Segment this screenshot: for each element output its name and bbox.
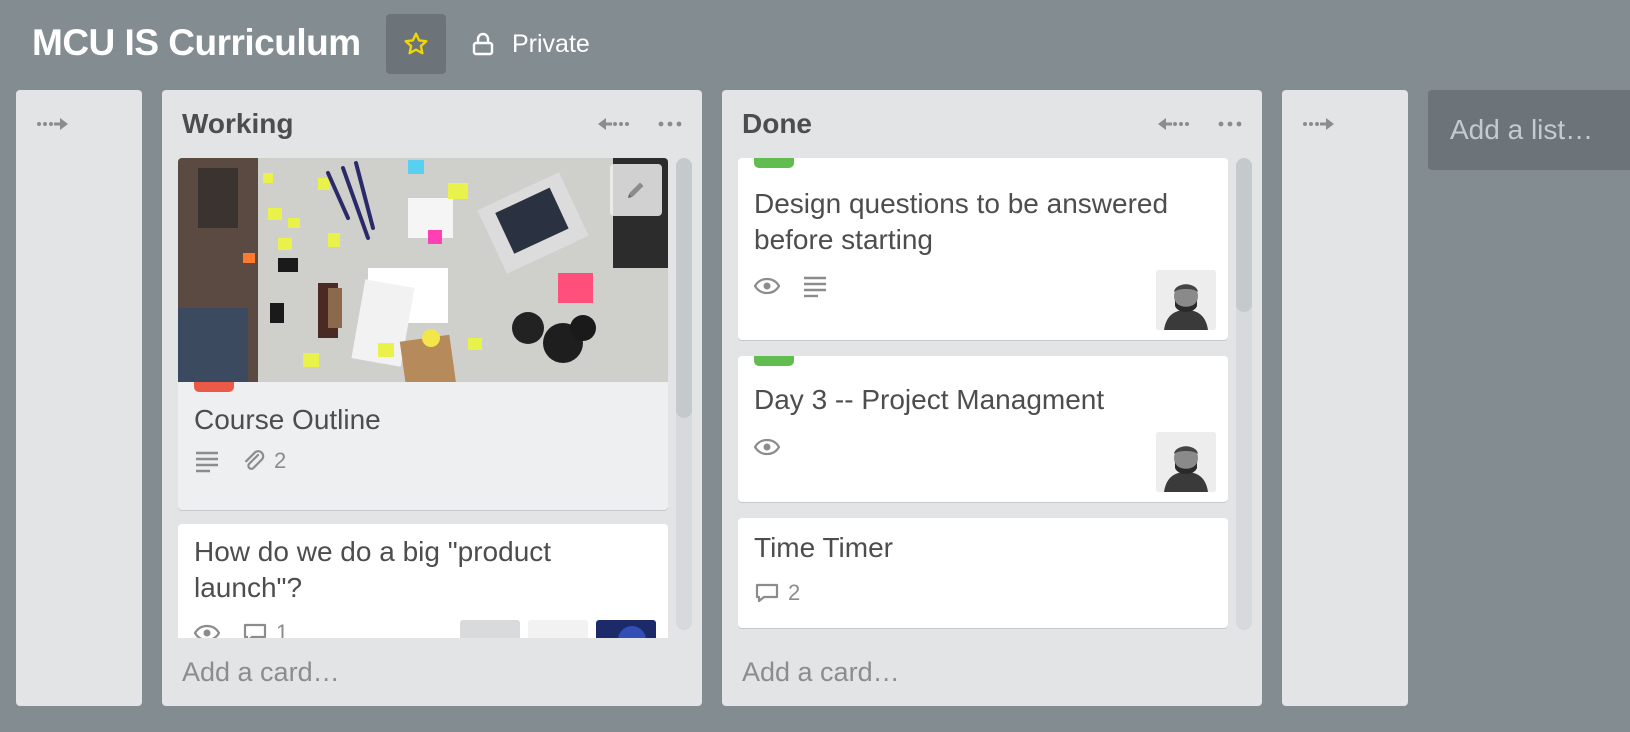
card-cover-image <box>178 158 668 382</box>
comment-badge: 1 <box>242 620 288 638</box>
member-avatar[interactable] <box>1156 270 1216 330</box>
expand-arrow-icon[interactable] <box>1302 116 1336 132</box>
attachment-badge: 2 <box>242 448 286 474</box>
card-title: Time Timer <box>754 532 893 563</box>
avatar <box>528 620 588 638</box>
card-badges: 2 <box>194 448 286 474</box>
eye-icon <box>754 438 780 456</box>
lock-icon <box>472 32 494 56</box>
paperclip-icon <box>245 450 265 470</box>
member-avatar[interactable] <box>528 620 588 638</box>
card-badges <box>754 274 828 298</box>
card-title: Course Outline <box>194 404 381 435</box>
card-label-green <box>754 356 794 366</box>
list-title[interactable]: Done <box>742 108 812 140</box>
add-card-button[interactable]: Add a card… <box>182 657 340 688</box>
avatar <box>1156 270 1216 330</box>
avatar <box>618 626 646 638</box>
card-label-red <box>194 382 234 392</box>
comment-count: 1 <box>276 620 289 638</box>
add-card-button[interactable]: Add a card… <box>742 657 900 688</box>
star-icon <box>404 32 428 55</box>
list-menu-icon[interactable] <box>658 116 682 132</box>
list-title[interactable]: Working <box>182 108 293 140</box>
add-list-label: Add a list… <box>1450 114 1594 145</box>
comment-icon <box>755 583 779 603</box>
list-menu-icon[interactable] <box>1218 116 1242 132</box>
collapse-arrow-icon[interactable] <box>596 116 630 132</box>
list-working: Working Course Outline 2 How do we do a … <box>162 90 702 706</box>
card-badges: 2 <box>754 580 800 606</box>
eye-icon <box>194 624 220 638</box>
card-time-timer[interactable]: Time Timer 2 <box>738 518 1228 628</box>
cards-area: Design questions to be answered before s… <box>738 158 1228 638</box>
eye-icon <box>754 277 780 295</box>
add-list-button[interactable]: Add a list… <box>1428 90 1630 170</box>
cards-area: Course Outline 2 How do we do a big "pro… <box>178 158 668 638</box>
member-avatar[interactable] <box>460 620 520 638</box>
member-avatar[interactable] <box>596 620 656 638</box>
avatar <box>1156 432 1216 492</box>
edit-card-button[interactable] <box>610 164 662 216</box>
comment-badge: 2 <box>754 580 800 606</box>
card-product-launch[interactable]: How do we do a big "product launch"? 1 <box>178 524 668 638</box>
scrollbar[interactable] <box>676 158 692 630</box>
card-title: Design questions to be answered before s… <box>754 188 1169 255</box>
pencil-icon <box>628 182 644 198</box>
cover-photo <box>178 158 668 382</box>
card-title: How do we do a big "product launch"? <box>194 536 552 603</box>
collapse-arrow-icon[interactable] <box>1156 116 1190 132</box>
collapsed-list-left[interactable] <box>16 90 142 706</box>
board-title[interactable]: MCU IS Curriculum <box>32 22 361 64</box>
star-button[interactable] <box>386 14 446 74</box>
expand-arrow-icon[interactable] <box>36 116 70 132</box>
board-header: MCU IS Curriculum Private <box>0 0 1630 88</box>
card-day-3[interactable]: Day 3 -- Project Managment <box>738 356 1228 502</box>
card-title: Day 3 -- Project Managment <box>754 384 1105 415</box>
card-badges <box>754 438 780 456</box>
collapsed-list-right[interactable] <box>1282 90 1408 706</box>
list-done: Done Design questions to be answered bef… <box>722 90 1262 706</box>
card-label-green <box>754 158 794 168</box>
scrollbar[interactable] <box>1236 158 1252 630</box>
comment-icon <box>243 623 267 638</box>
scrollbar-thumb[interactable] <box>676 158 692 418</box>
description-icon <box>196 451 218 473</box>
visibility-button[interactable]: Private <box>472 24 590 64</box>
card-course-outline[interactable]: Course Outline 2 <box>178 158 668 510</box>
card-design-questions[interactable]: Design questions to be answered before s… <box>738 158 1228 340</box>
comment-count: 2 <box>788 580 801 605</box>
description-icon <box>804 276 826 298</box>
attachment-count: 2 <box>274 448 287 473</box>
member-avatar[interactable] <box>1156 432 1216 492</box>
scrollbar-thumb[interactable] <box>1236 158 1252 312</box>
card-badges: 1 <box>194 620 288 638</box>
visibility-label: Private <box>512 29 590 58</box>
